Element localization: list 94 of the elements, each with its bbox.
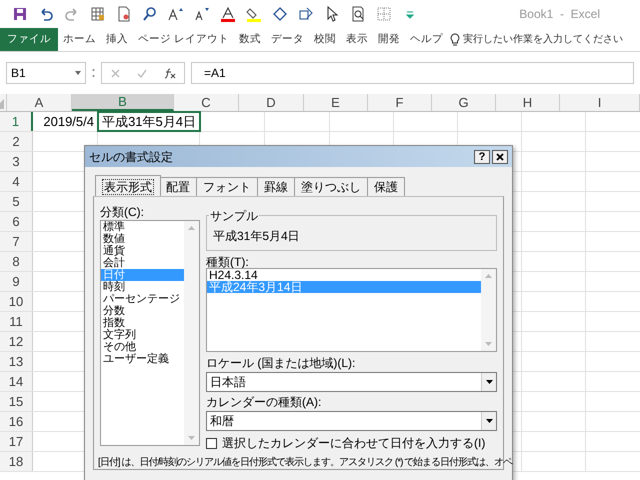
- ribbon-tab[interactable]: ページ レイアウト: [133, 28, 234, 51]
- more-icon: [92, 68, 95, 78]
- save-icon[interactable]: [12, 6, 28, 22]
- category-item[interactable]: パーセンテージ: [101, 293, 184, 305]
- category-list[interactable]: 標準 数値 通貨 会計 日付 時刻 パーセンテージ 分数 指数 文字列 その他 ユーザー定義: [100, 220, 200, 446]
- window-title: Book1 - Excel: [519, 6, 600, 23]
- check-icon[interactable]: [136, 68, 146, 78]
- search-icon[interactable]: [142, 6, 158, 22]
- row-header[interactable]: 3: [0, 152, 33, 171]
- dropdown-arrow-icon: [486, 419, 492, 423]
- category-item[interactable]: その他: [101, 341, 184, 353]
- table-icon[interactable]: [90, 6, 106, 22]
- description-text: [日付] は、日付/時刻のシリアル値を日付形式で表示します。アスタリスク (*) で始まる日付形式は、オペ: [98, 456, 512, 469]
- row-header[interactable]: 2: [0, 132, 33, 151]
- row-header[interactable]: 17: [0, 432, 33, 451]
- type-item[interactable]: H24.3.14: [207, 269, 481, 281]
- row-header[interactable]: 8: [0, 252, 33, 271]
- ribbon-tab[interactable]: ヘルプ: [404, 28, 448, 51]
- row-header[interactable]: 16: [0, 412, 33, 431]
- dropdown-arrow-icon: [486, 380, 492, 384]
- dialog-tab[interactable]: 塗りつぶし: [294, 177, 368, 196]
- row-header[interactable]: 10: [0, 292, 33, 311]
- category-item[interactable]: 分数: [101, 305, 184, 317]
- type-label: 種類(T):: [206, 254, 250, 268]
- column-header[interactable]: I: [560, 94, 640, 111]
- locale-dropdown[interactable]: 日本語: [206, 372, 497, 392]
- locale-label: ロケール (国または地域)(L):: [206, 355, 356, 371]
- category-item[interactable]: 通貨: [101, 245, 184, 257]
- row-header[interactable]: 1: [0, 112, 33, 131]
- row-header[interactable]: 18: [0, 452, 33, 471]
- row-header[interactable]: 13: [0, 352, 33, 371]
- row-header[interactable]: 7: [0, 232, 33, 251]
- column-header[interactable]: H: [496, 94, 560, 111]
- close-button[interactable]: [492, 150, 508, 164]
- row-header[interactable]: 11: [0, 312, 33, 331]
- ribbon-tab[interactable]: データ: [266, 28, 309, 51]
- calendar-dropdown[interactable]: 和暦: [206, 411, 497, 431]
- close-icon: [496, 152, 504, 160]
- checkbox-label[interactable]: 選択したカレンダーに合わせて日付を入力する(I): [222, 434, 486, 452]
- category-item[interactable]: 会計: [101, 257, 184, 269]
- tell-me-field[interactable]: 実行したい作業を入力してください: [462, 32, 623, 47]
- dialog-title: セルの書式設定: [89, 148, 173, 166]
- function-icon[interactable]: [164, 68, 176, 78]
- name-box[interactable]: B1: [6, 62, 86, 84]
- row-header[interactable]: 5: [0, 192, 33, 211]
- font-color-icon[interactable]: [220, 6, 236, 22]
- highlight-icon[interactable]: [246, 6, 262, 22]
- row-header[interactable]: 9: [0, 272, 33, 291]
- dropdown-arrow-icon: [75, 71, 81, 75]
- dialog-tab[interactable]: 保護: [367, 177, 405, 196]
- row-header[interactable]: 15: [0, 392, 33, 411]
- category-label: 分類(C):: [100, 204, 145, 219]
- document-icon[interactable]: [116, 6, 132, 22]
- active-cell[interactable]: 平成31年5月4日: [98, 112, 200, 131]
- calendar-label: カレンダーの種類(A):: [206, 394, 322, 410]
- row-header[interactable]: 6: [0, 212, 33, 231]
- ribbon-tab[interactable]: ホーム: [58, 28, 101, 51]
- sample-value: 平成31年5月4日: [213, 228, 300, 245]
- shapes-icon[interactable]: [272, 6, 288, 22]
- shapes-icon[interactable]: [298, 6, 314, 22]
- type-list[interactable]: H24.3.14 平成24年3月14日: [206, 268, 497, 352]
- column-header[interactable]: F: [368, 94, 432, 111]
- sample-label: サンプル: [209, 207, 259, 225]
- column-header[interactable]: G: [432, 94, 496, 111]
- print-preview-icon[interactable]: [350, 6, 366, 22]
- borders-icon[interactable]: [376, 6, 392, 22]
- column-header[interactable]: C: [174, 94, 239, 111]
- dialog-tab[interactable]: 表示形式: [95, 175, 161, 197]
- ribbon-tab[interactable]: 校閲: [308, 28, 341, 51]
- category-item[interactable]: 時刻: [101, 281, 184, 293]
- category-item[interactable]: ユーザー定義: [101, 353, 184, 365]
- category-item[interactable]: 指数: [101, 317, 184, 329]
- category-item[interactable]: 数値: [101, 233, 184, 245]
- row-header[interactable]: 12: [0, 332, 33, 351]
- ribbon-tab[interactable]: ファイル: [0, 28, 58, 51]
- ribbon-tab[interactable]: 挿入: [101, 28, 133, 51]
- ribbon-tab[interactable]: 表示: [340, 28, 373, 51]
- column-header[interactable]: B: [72, 94, 174, 111]
- category-item[interactable]: 標準: [101, 221, 184, 233]
- font-grow-icon[interactable]: [168, 6, 184, 22]
- lightbulb-icon: [450, 32, 460, 46]
- row-header[interactable]: 4: [0, 172, 33, 191]
- cell[interactable]: 2019/5/4: [33, 112, 98, 131]
- font-shrink-icon[interactable]: [194, 6, 210, 22]
- column-header[interactable]: E: [304, 94, 368, 111]
- category-item[interactable]: 文字列: [101, 329, 184, 341]
- dialog-tab[interactable]: 配置: [159, 177, 197, 196]
- ribbon-tab[interactable]: 開発: [372, 28, 405, 51]
- row-header[interactable]: 14: [0, 372, 33, 391]
- formula-field[interactable]: =A1: [191, 62, 634, 84]
- help-button[interactable]: ?: [474, 150, 490, 164]
- column-header[interactable]: D: [239, 94, 304, 111]
- ribbon-tab[interactable]: 数式: [234, 28, 266, 51]
- checkbox[interactable]: [206, 438, 217, 448]
